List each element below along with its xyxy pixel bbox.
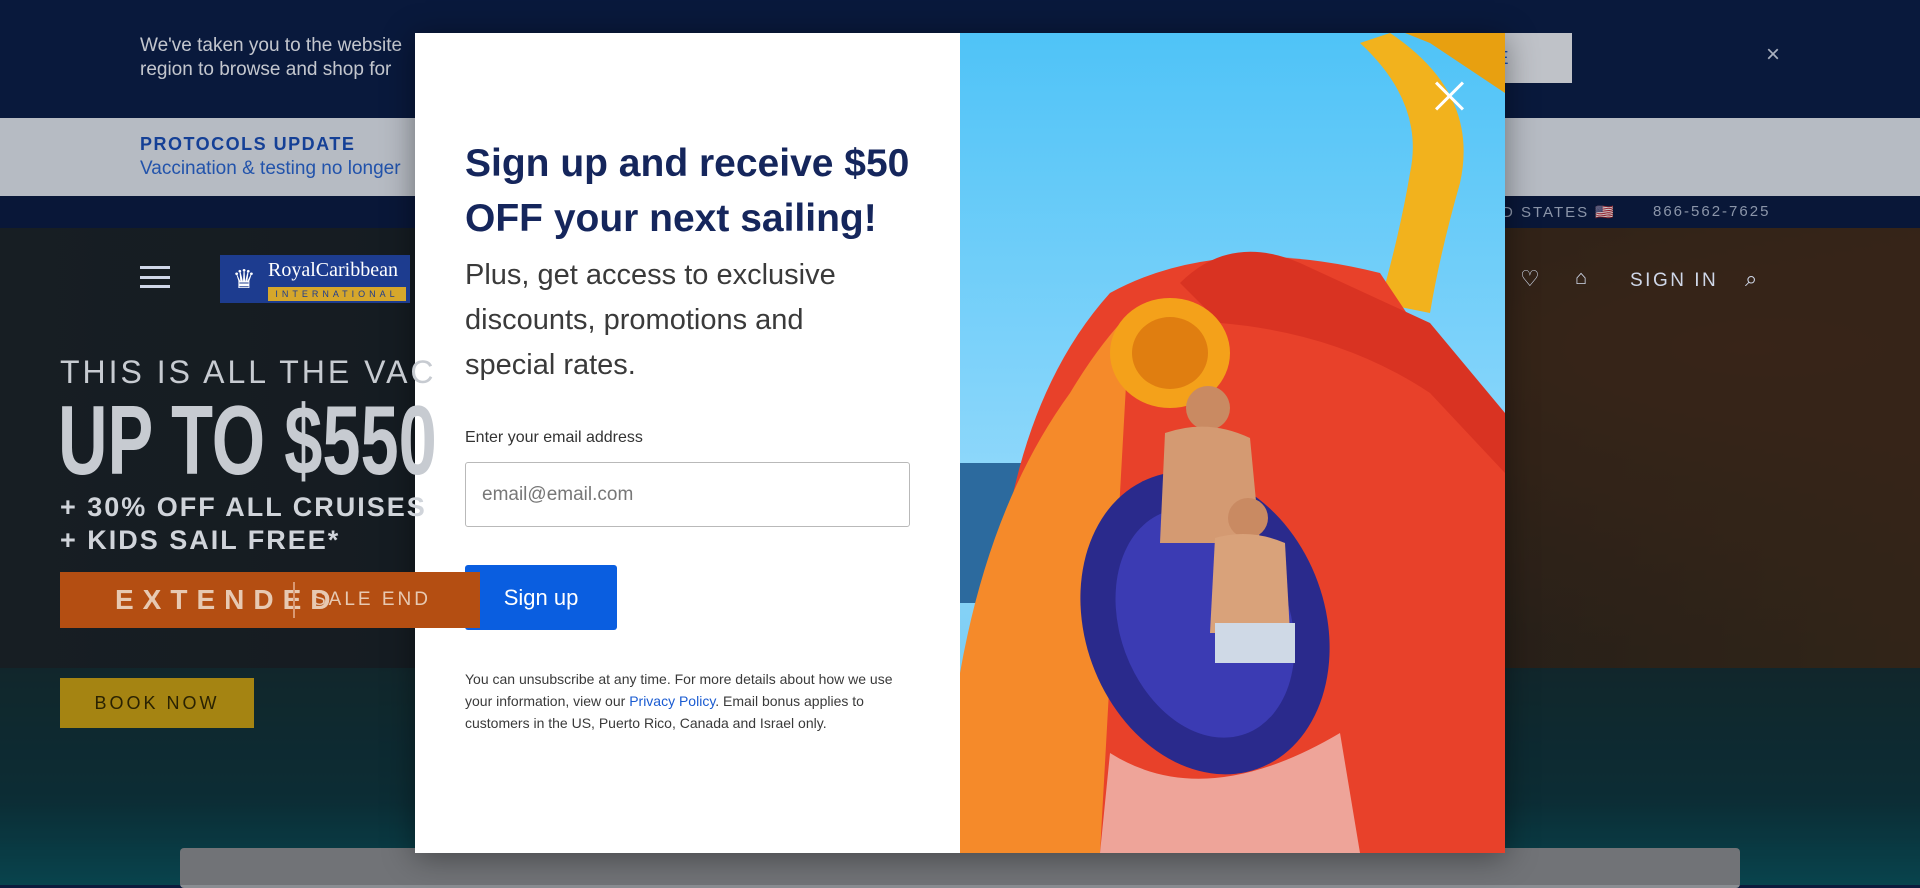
boy-shorts: [1215, 623, 1295, 663]
modal-subtext: Plus, get access to exclusive discounts,…: [465, 259, 836, 381]
menu-icon[interactable]: [140, 266, 170, 288]
brand-name: RoyalCaribbean: [268, 259, 398, 281]
brand-logo[interactable]: ♛ RoyalCaribbean INTERNATIONAL: [220, 255, 410, 303]
sign-in-link[interactable]: SIGN IN: [1630, 270, 1718, 292]
extended-label: EXTENDED: [115, 584, 340, 615]
email-input[interactable]: [465, 462, 910, 527]
book-now-button[interactable]: BOOK NOW: [60, 678, 254, 728]
tunnel-inner: [1132, 317, 1208, 389]
waterslide-illustration: [960, 33, 1505, 853]
crown-icon: ♛: [232, 264, 256, 294]
heart-icon[interactable]: ♡: [1520, 266, 1540, 292]
legal-text: You can unsubscribe at any time. For mor…: [465, 668, 915, 734]
waterslide-photo: [960, 33, 1505, 853]
hero-headline: UP TO $550: [58, 385, 437, 495]
brand-sub: INTERNATIONAL: [268, 287, 406, 301]
man-head: [1186, 386, 1230, 430]
divider: [293, 582, 295, 618]
close-icon[interactable]: [1432, 77, 1468, 113]
sale-end-label: SALE END: [313, 589, 431, 610]
modal-heading: Sign up and receive $50 OFF your next sa…: [465, 142, 910, 240]
yellow-tube-slide: [1360, 33, 1464, 313]
signup-modal: Sign up and receive $50 OFF your next sa…: [415, 33, 1505, 853]
modal-form-panel: Sign up and receive $50 OFF your next sa…: [415, 33, 960, 853]
boy-body: [1210, 534, 1290, 633]
bag-icon[interactable]: ⌂: [1575, 267, 1587, 290]
privacy-policy-link[interactable]: Privacy Policy: [629, 693, 715, 709]
hero-offer-1: + 30% OFF ALL CRUISES: [60, 492, 427, 522]
extended-sale-bar: EXTENDED SALE END: [60, 572, 480, 628]
sign-up-button[interactable]: Sign up: [465, 565, 617, 630]
email-label: Enter your email address: [465, 429, 643, 446]
search-icon[interactable]: ⌕: [1745, 266, 1757, 292]
boy-head: [1228, 498, 1268, 538]
hero-offer-2: + KIDS SAIL FREE*: [60, 525, 341, 555]
